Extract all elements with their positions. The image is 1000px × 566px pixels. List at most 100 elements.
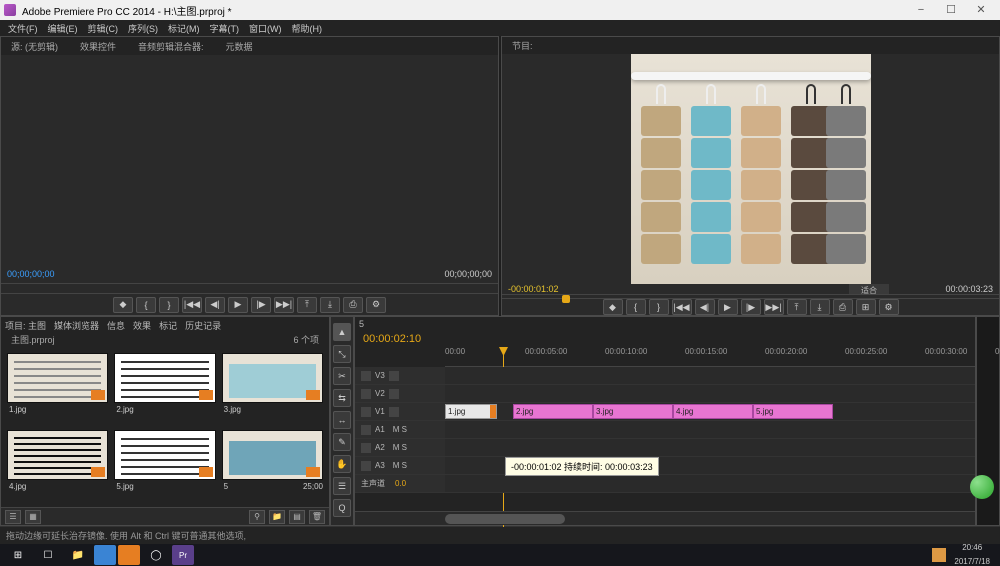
bin-item[interactable]: 4.jpg bbox=[7, 430, 108, 501]
prg-go-start[interactable]: |◀◀ bbox=[672, 299, 692, 315]
trash-button[interactable]: 🗑 bbox=[309, 510, 325, 524]
bin-item[interactable]: 525;00 bbox=[222, 430, 323, 501]
track-v1[interactable]: 1.jpg 2.jpg 3.jpg 4.jpg 5.jpg bbox=[445, 403, 975, 420]
src-play[interactable]: ▶ bbox=[228, 297, 248, 313]
track-a2[interactable] bbox=[445, 439, 975, 456]
track-master[interactable] bbox=[445, 475, 975, 492]
history-tab[interactable]: 历史记录 bbox=[185, 319, 221, 332]
prg-lift[interactable]: ⤒ bbox=[787, 299, 807, 315]
find-button[interactable]: ⚲ bbox=[249, 510, 265, 524]
source-scrub[interactable] bbox=[1, 283, 498, 293]
sequence-tab[interactable]: 5 bbox=[359, 319, 364, 329]
hand-tool[interactable]: Q bbox=[333, 499, 351, 517]
track-a3-head[interactable]: A3M S bbox=[355, 457, 445, 474]
selection-tool[interactable]: ▲ bbox=[333, 323, 351, 341]
app-orange-button[interactable] bbox=[118, 545, 140, 565]
src-insert[interactable]: ⤒ bbox=[297, 297, 317, 313]
eye-icon[interactable] bbox=[389, 389, 399, 399]
src-mark-out[interactable]: } bbox=[159, 297, 179, 313]
prg-extract[interactable]: ⤓ bbox=[810, 299, 830, 315]
clip[interactable]: 2.jpg bbox=[513, 404, 593, 419]
track-v2-head[interactable]: V2 bbox=[355, 385, 445, 402]
src-overwrite[interactable]: ⤓ bbox=[320, 297, 340, 313]
eye-icon[interactable] bbox=[389, 407, 399, 417]
track-v2[interactable] bbox=[445, 385, 975, 402]
track-a2-head[interactable]: A2M S bbox=[355, 439, 445, 456]
lock-icon[interactable] bbox=[361, 407, 371, 417]
src-settings[interactable]: ⚙ bbox=[366, 297, 386, 313]
app-round-button[interactable]: ◯ bbox=[142, 545, 170, 565]
prg-export[interactable]: ⎙ bbox=[833, 299, 853, 315]
menu-clip[interactable]: 剪辑(C) bbox=[84, 22, 123, 35]
new-bin-button[interactable]: 📁 bbox=[269, 510, 285, 524]
program-playhead-handle[interactable] bbox=[562, 295, 570, 303]
lock-icon[interactable] bbox=[361, 461, 371, 471]
app-blue-button[interactable] bbox=[94, 545, 116, 565]
src-go-end[interactable]: ▶▶| bbox=[274, 297, 294, 313]
prg-mark-out[interactable]: } bbox=[649, 299, 669, 315]
track-a1[interactable] bbox=[445, 421, 975, 438]
bin-item[interactable]: 2.jpg bbox=[114, 353, 215, 424]
src-export[interactable]: ⎙ bbox=[343, 297, 363, 313]
src-mark-in[interactable]: { bbox=[136, 297, 156, 313]
src-step-fwd[interactable]: |▶ bbox=[251, 297, 271, 313]
slip-tool[interactable]: ✋ bbox=[333, 455, 351, 473]
menu-edit[interactable]: 编辑(E) bbox=[44, 22, 82, 35]
lock-icon[interactable] bbox=[361, 371, 371, 381]
timeline-ruler[interactable]: 00:00 00:00:05:00 00:00:10:00 00:00:15:0… bbox=[445, 347, 975, 367]
prg-safe[interactable]: ⊞ bbox=[856, 299, 876, 315]
rolling-tool[interactable]: ⇆ bbox=[333, 389, 351, 407]
menu-window[interactable]: 窗口(W) bbox=[245, 22, 286, 35]
src-go-start[interactable]: |◀◀ bbox=[182, 297, 202, 313]
premiere-taskbar-button[interactable]: Pr bbox=[172, 545, 194, 565]
menu-help[interactable]: 帮助(H) bbox=[288, 22, 327, 35]
minimize-button[interactable]: − bbox=[906, 1, 936, 19]
clip[interactable]: 4.jpg bbox=[673, 404, 753, 419]
track-v3-head[interactable]: V3 bbox=[355, 367, 445, 384]
timeline-zoom-bar[interactable] bbox=[445, 514, 565, 524]
prg-settings[interactable]: ⚙ bbox=[879, 299, 899, 315]
new-item-button[interactable]: ▤ bbox=[289, 510, 305, 524]
menu-marker[interactable]: 标记(M) bbox=[164, 22, 204, 35]
explorer-button[interactable]: 📁 bbox=[64, 545, 92, 565]
prg-go-end[interactable]: ▶▶| bbox=[764, 299, 784, 315]
track-v1-head[interactable]: V1 bbox=[355, 403, 445, 420]
track-v3[interactable] bbox=[445, 367, 975, 384]
info-tab[interactable]: 信息 bbox=[107, 319, 125, 332]
clip[interactable]: 3.jpg bbox=[593, 404, 673, 419]
icon-view-button[interactable]: ▦ bbox=[25, 510, 41, 524]
bin-item[interactable]: 3.jpg bbox=[222, 353, 323, 424]
close-button[interactable]: ✕ bbox=[966, 1, 996, 19]
pen-tool[interactable]: ☰ bbox=[333, 477, 351, 495]
project-tab[interactable]: 项目: 主图 bbox=[5, 319, 46, 332]
timeline-timecode[interactable]: 00:00:02:10 bbox=[355, 331, 975, 347]
source-tab[interactable]: 源: (无剪辑) bbox=[7, 38, 62, 55]
floating-assist-icon[interactable] bbox=[970, 475, 994, 499]
rate-stretch-tool[interactable]: ↔ bbox=[333, 411, 351, 429]
maximize-button[interactable]: ☐ bbox=[936, 1, 966, 19]
src-step-back[interactable]: ◀| bbox=[205, 297, 225, 313]
program-tab[interactable]: 节目: bbox=[508, 37, 537, 54]
source-monitor[interactable] bbox=[1, 55, 498, 265]
clip[interactable]: 1.jpg bbox=[445, 404, 497, 419]
program-monitor[interactable] bbox=[502, 54, 999, 284]
eye-icon[interactable] bbox=[389, 371, 399, 381]
bin-item[interactable]: 1.jpg bbox=[7, 353, 108, 424]
src-add-marker[interactable]: ◆ bbox=[113, 297, 133, 313]
markers-tab[interactable]: 标记 bbox=[159, 319, 177, 332]
track-master-head[interactable]: 主声道0.0 bbox=[355, 475, 445, 492]
timeline-scrollbar[interactable] bbox=[355, 511, 975, 525]
prg-add-marker[interactable]: ◆ bbox=[603, 299, 623, 315]
media-browser-tab[interactable]: 媒体浏览器 bbox=[54, 319, 99, 332]
menu-title[interactable]: 字幕(T) bbox=[206, 22, 244, 35]
prg-step-back[interactable]: ◀| bbox=[695, 299, 715, 315]
tray-indicator-icon[interactable] bbox=[932, 548, 946, 562]
lock-icon[interactable] bbox=[361, 389, 371, 399]
razor-tool[interactable]: ✎ bbox=[333, 433, 351, 451]
metadata-tab[interactable]: 元数据 bbox=[222, 38, 257, 55]
start-button[interactable]: ⊞ bbox=[4, 545, 32, 565]
lock-icon[interactable] bbox=[361, 425, 371, 435]
audio-mixer-tab[interactable]: 音频剪辑混合器: bbox=[134, 38, 208, 55]
effects-tab[interactable]: 效果 bbox=[133, 319, 151, 332]
prg-play[interactable]: ▶ bbox=[718, 299, 738, 315]
